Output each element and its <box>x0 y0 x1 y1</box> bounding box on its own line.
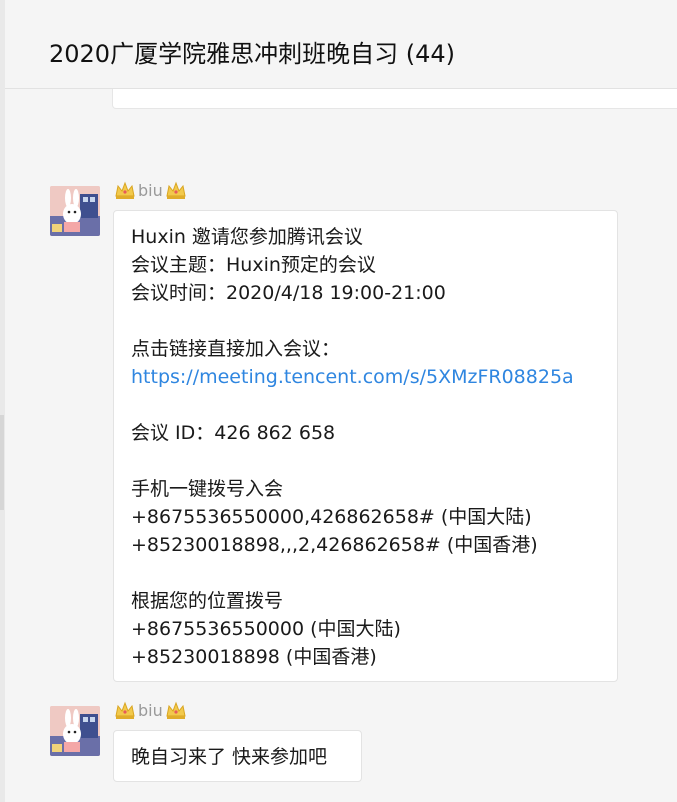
chat-title: 2020广厦学院雅思冲刺班晚自习 (44) <box>49 40 455 68</box>
avatar[interactable] <box>50 186 100 236</box>
message-line: 晚自习来了 快来参加吧 <box>131 746 328 768</box>
message-line: +8675536550000,426862658# (中国大陆) <box>131 506 532 528</box>
message-line: 根据您的位置拨号 <box>131 590 284 612</box>
message-line: +85230018898 (中国香港) <box>131 646 377 668</box>
message-line-blank <box>131 391 603 419</box>
message-line: 会议 ID：426 862 658 <box>131 422 336 444</box>
sender-name-row: biu <box>114 179 187 201</box>
meeting-link[interactable]: https://meeting.tencent.com/s/5XMzFR0882… <box>131 363 603 391</box>
crown-icon <box>115 181 135 199</box>
message-line: 会议主题：Huxin预定的会议 <box>131 254 376 276</box>
sender-name-row: biu <box>114 699 187 721</box>
sender-name: biu <box>138 180 163 200</box>
crown-icon <box>166 181 186 199</box>
scrollbar-thumb[interactable] <box>0 415 4 510</box>
message-line-blank <box>131 447 603 475</box>
left-edge-bar <box>0 0 5 802</box>
previous-message-bubble <box>112 89 677 109</box>
message-line: +8675536550000 (中国大陆) <box>131 618 401 640</box>
message-line-blank <box>131 559 603 587</box>
message-bubble[interactable]: Huxin 邀请您参加腾讯会议 会议主题：Huxin预定的会议 会议时间：202… <box>113 210 618 682</box>
crown-icon <box>115 701 135 719</box>
avatar-image <box>50 186 100 236</box>
message-bubble[interactable]: 晚自习来了 快来参加吧 <box>113 730 362 782</box>
message-line: 会议时间：2020/4/18 19:00-21:00 <box>131 282 446 304</box>
message-line: +85230018898,,,2,426862658# (中国香港) <box>131 534 538 556</box>
chat-header: 2020广厦学院雅思冲刺班晚自习 (44) <box>5 0 677 89</box>
message-line: 点击链接直接加入会议： <box>131 338 341 360</box>
avatar-image <box>50 706 100 756</box>
message-line-blank <box>131 307 603 335</box>
message-line: 手机一键拨号入会 <box>131 478 284 500</box>
crown-icon <box>166 701 186 719</box>
message-line: Huxin 邀请您参加腾讯会议 <box>131 226 363 248</box>
sender-name: biu <box>138 700 163 720</box>
avatar[interactable] <box>50 706 100 756</box>
